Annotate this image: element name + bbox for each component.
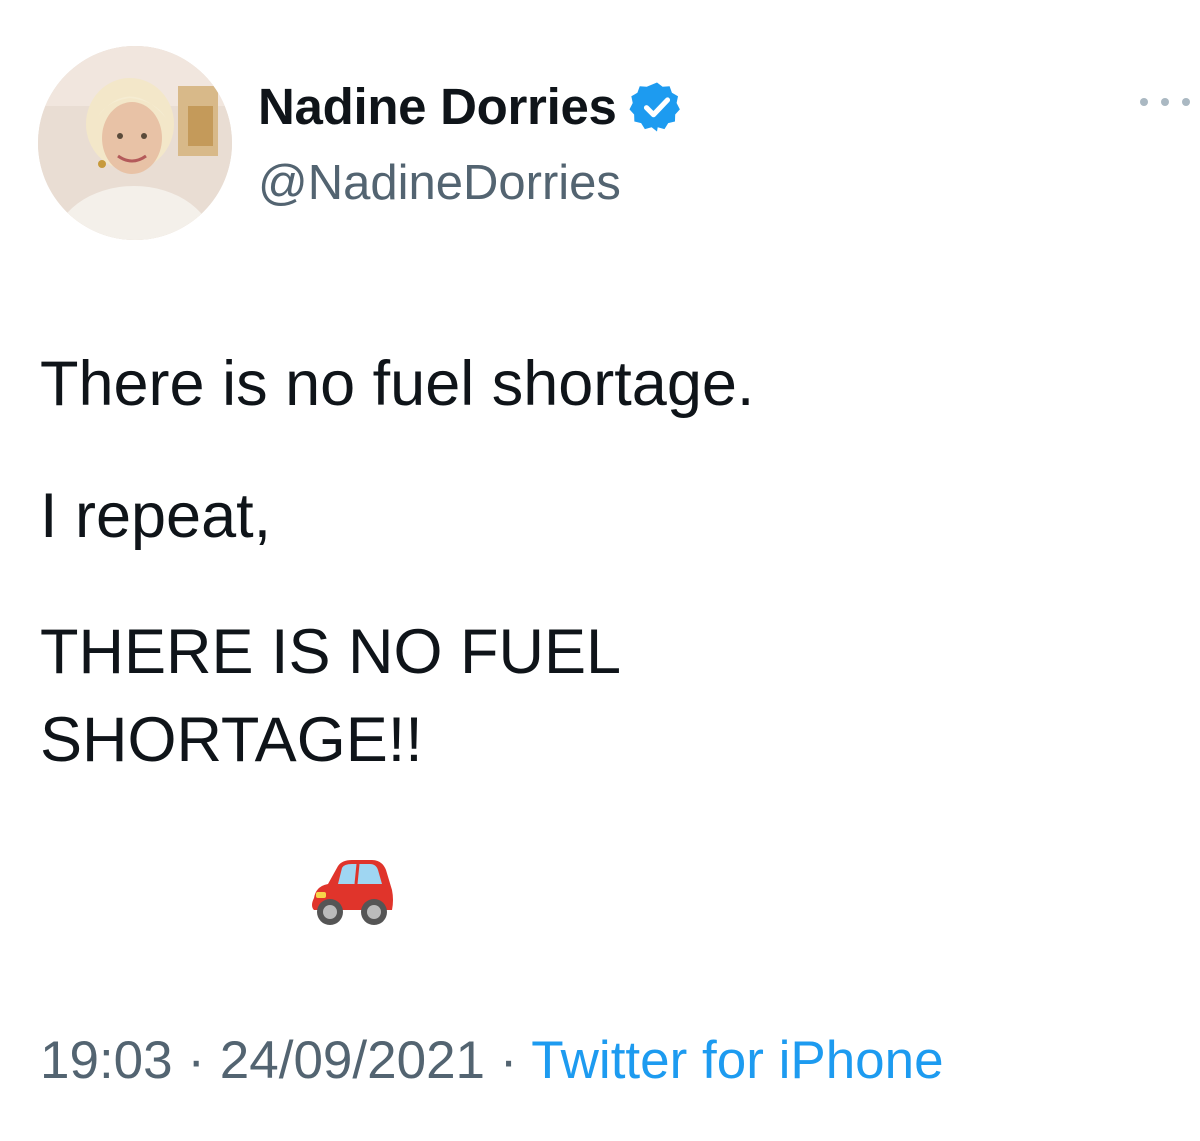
tweet-date[interactable]: 24/09/2021 <box>220 1031 485 1090</box>
meta-separator: · <box>187 1031 206 1090</box>
meta-separator: · <box>499 1031 518 1090</box>
tweet-line: THERE IS NO FUEL <box>40 617 622 687</box>
author-header: Nadine Dorries <box>258 76 685 138</box>
red-car-icon <box>312 860 393 925</box>
author-handle[interactable]: @NadineDorries <box>258 153 621 213</box>
tweet-source-link[interactable]: Twitter for iPhone <box>531 1031 943 1090</box>
tweet-time[interactable]: 19:03 <box>40 1031 173 1090</box>
more-options-icon[interactable] <box>1140 92 1190 112</box>
tweet-line: There is no fuel shortage. <box>40 349 755 419</box>
display-name[interactable]: Nadine Dorries <box>258 76 617 138</box>
tweet-line: SHORTAGE!! <box>40 705 423 775</box>
verified-badge-icon <box>629 82 680 132</box>
profile-photo <box>38 46 232 240</box>
avatar[interactable] <box>38 46 232 240</box>
tweet-line: I repeat, <box>40 481 272 551</box>
tweet-metadata: 19:03 · 24/09/2021 · Twitter for iPhone <box>40 1028 944 1094</box>
